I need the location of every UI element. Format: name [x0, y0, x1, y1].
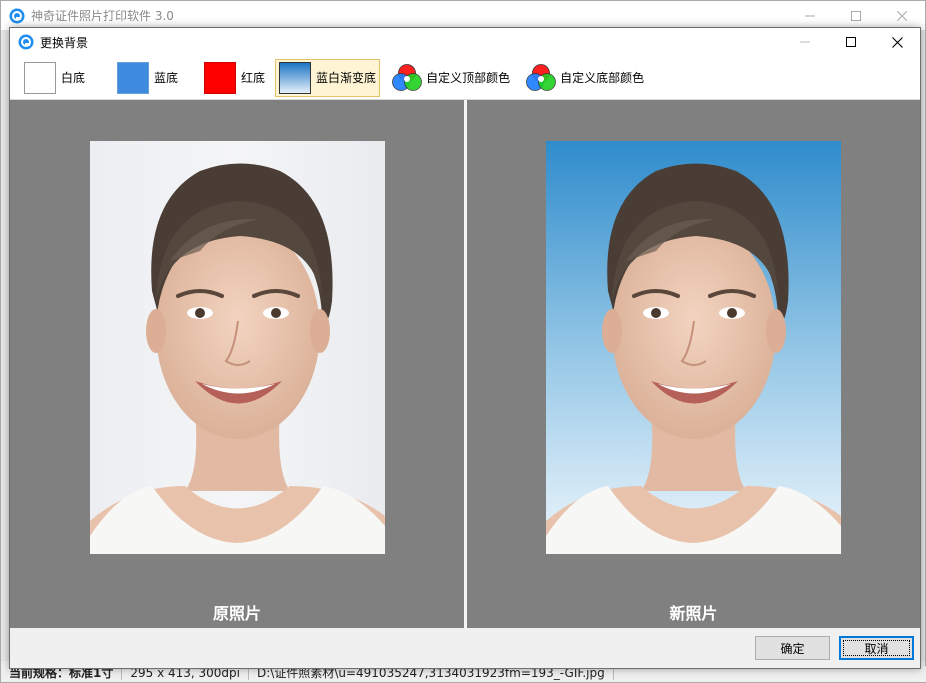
- gradient-background-label: 蓝白渐变底: [316, 71, 377, 85]
- preview-area: 原照片 新照片: [10, 100, 920, 628]
- dialog-title: 更换背景: [40, 35, 89, 50]
- original-photo-panel: 原照片: [10, 100, 464, 628]
- close-icon: [891, 36, 903, 48]
- app-icon: [9, 8, 25, 23]
- new-photo: [546, 141, 841, 554]
- change-background-dialog: 更换背景 白底 蓝底 红底 蓝白渐变底 自定义顶部颜色 自定义底部颜色 原照片 …: [9, 27, 921, 669]
- minimize-icon: [805, 15, 815, 17]
- blue-background-option[interactable]: 蓝底: [113, 59, 182, 97]
- dialog-minimize-button[interactable]: [782, 28, 828, 56]
- custom-top-color-option[interactable]: 自定义顶部颜色: [386, 59, 514, 97]
- blue-swatch: [117, 61, 150, 94]
- red-swatch: [204, 61, 237, 94]
- custom-top-color-label: 自定义顶部颜色: [426, 71, 511, 85]
- focus-ring: [843, 640, 910, 656]
- dialog-window-controls: [782, 28, 920, 56]
- minimize-icon: [800, 41, 810, 43]
- maximize-icon: [851, 11, 861, 21]
- cancel-button[interactable]: 取消: [839, 636, 914, 660]
- red-background-label: 红底: [241, 71, 266, 85]
- dialog-close-button[interactable]: [874, 28, 920, 56]
- close-icon: [897, 11, 907, 21]
- new-photo-panel: 新照片: [467, 100, 920, 628]
- dialog-titlebar[interactable]: 更换背景: [10, 28, 920, 56]
- custom-bottom-color-label: 自定义底部颜色: [560, 71, 645, 85]
- white-background-label: 白底: [61, 71, 86, 85]
- main-window-title: 神奇证件照片打印软件 3.0: [31, 9, 174, 23]
- original-photo-caption: 原照片: [212, 604, 261, 623]
- dialog-footer: 确定 取消: [10, 628, 920, 668]
- maximize-icon: [846, 37, 856, 47]
- new-photo-caption: 新照片: [669, 604, 718, 623]
- red-background-option[interactable]: 红底: [200, 59, 269, 97]
- ok-button[interactable]: 确定: [755, 636, 830, 660]
- gradient-background-option[interactable]: 蓝白渐变底: [275, 58, 381, 97]
- white-background-option[interactable]: 白底: [20, 59, 89, 97]
- blue-background-label: 蓝底: [154, 71, 179, 85]
- rgb-color-icon: [526, 63, 556, 91]
- dialog-maximize-button[interactable]: [828, 28, 874, 56]
- background-options-toolbar: 白底 蓝底 红底 蓝白渐变底 自定义顶部颜色 自定义底部颜色: [10, 56, 920, 100]
- custom-bottom-color-option[interactable]: 自定义底部颜色: [520, 59, 648, 97]
- original-photo: [90, 141, 385, 554]
- white-swatch: [24, 61, 56, 94]
- rgb-color-icon: [392, 63, 422, 91]
- gradient-swatch: [279, 61, 312, 94]
- dialog-app-icon: [18, 34, 34, 50]
